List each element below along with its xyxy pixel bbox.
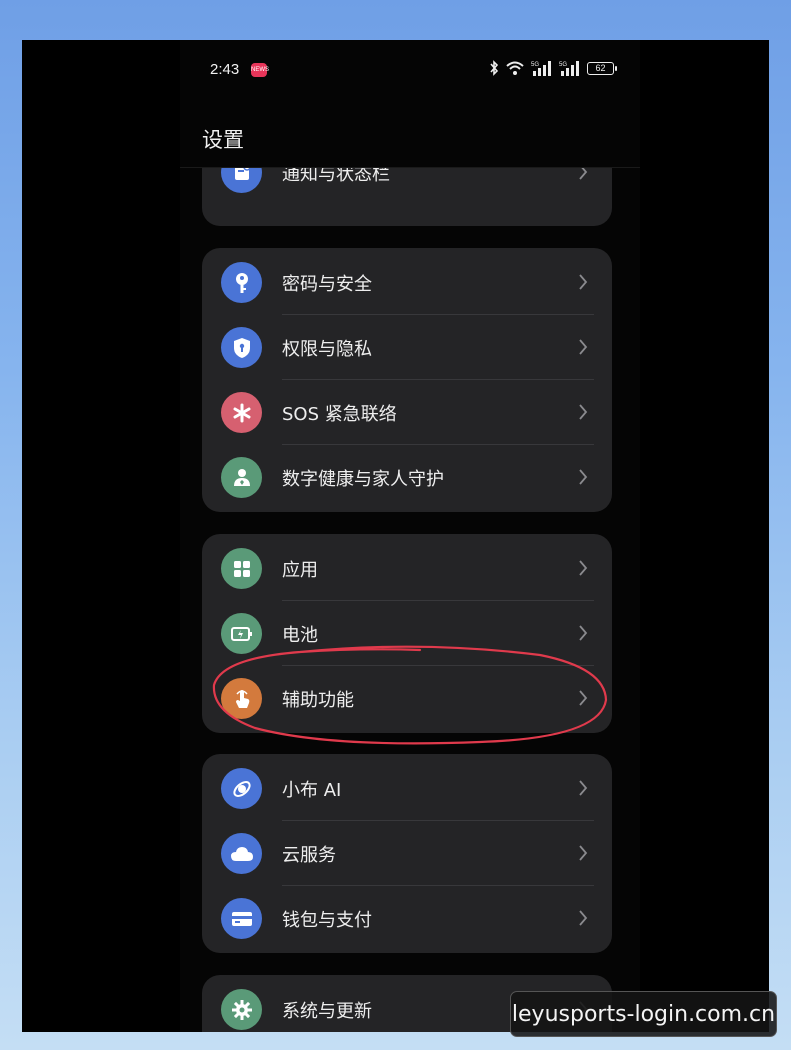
wallet-icon <box>221 898 262 939</box>
asterisk-icon <box>221 392 262 433</box>
chevron-right-icon <box>579 690 588 706</box>
chevron-right-icon <box>579 910 588 926</box>
cellular-signal-icon: 5G <box>559 61 579 76</box>
cellular-signal-icon: 5G <box>531 61 551 76</box>
settings-item-accessibility[interactable]: 辅助功能 <box>202 666 612 731</box>
settings-item-label: 应用 <box>282 560 318 581</box>
chevron-right-icon <box>579 168 588 180</box>
apps-grid-icon <box>221 548 262 589</box>
settings-group-apps: 应用 电池 辅助功能 <box>202 534 612 733</box>
settings-item-wallet[interactable]: 钱包与支付 <box>202 886 612 951</box>
network-label: 5G <box>531 62 539 68</box>
hand-pointer-icon <box>221 678 262 719</box>
phone-screen: 2:43 NEWS 5G 5G 62 设置 通知与状态栏 密码与安全 权限与隐私… <box>180 40 640 1032</box>
battery-indicator: 62 <box>587 61 617 75</box>
settings-item-label: SOS 紧急联络 <box>282 404 397 425</box>
settings-item-label: 密码与安全 <box>282 274 372 295</box>
settings-item-label: 小布 AI <box>282 780 342 801</box>
settings-item-label: 辅助功能 <box>282 690 354 711</box>
gear-icon <box>221 989 262 1030</box>
settings-item-permissions-privacy[interactable]: 权限与隐私 <box>202 315 612 380</box>
settings-item-password-security[interactable]: 密码与安全 <box>202 250 612 315</box>
settings-item-label: 电池 <box>282 625 318 646</box>
network-label: 5G <box>559 62 567 68</box>
shield-icon <box>221 327 262 368</box>
chevron-right-icon <box>579 469 588 485</box>
cloud-icon <box>221 833 262 874</box>
news-app-badge: NEWS <box>251 63 269 77</box>
page-title: 设置 <box>202 128 244 152</box>
chevron-right-icon <box>579 560 588 576</box>
settings-list[interactable]: 通知与状态栏 密码与安全 权限与隐私 SOS 紧急联络 数字健康与家人守护 应用… <box>180 168 640 1032</box>
settings-item-label: 数字健康与家人守护 <box>282 469 444 490</box>
screenshot-frame: 2:43 NEWS 5G 5G 62 设置 通知与状态栏 密码与安全 权限与隐私… <box>22 40 769 1032</box>
settings-item-label: 通知与状态栏 <box>282 168 390 185</box>
settings-group-services: 小布 AI 云服务 钱包与支付 <box>202 754 612 953</box>
bluetooth-icon <box>490 60 499 76</box>
family-icon <box>221 457 262 498</box>
settings-item-notifications[interactable]: 通知与状态栏 <box>202 168 612 205</box>
settings-item-apps[interactable]: 应用 <box>202 536 612 601</box>
key-icon <box>221 262 262 303</box>
settings-item-label: 云服务 <box>282 845 336 866</box>
ai-assistant-icon <box>221 768 262 809</box>
status-time: 2:43 <box>210 61 240 78</box>
status-bar: 2:43 NEWS 5G 5G 62 <box>180 58 640 82</box>
settings-group-notifications: 通知与状态栏 <box>202 168 612 226</box>
chevron-right-icon <box>579 274 588 290</box>
chevron-right-icon <box>579 845 588 861</box>
wifi-icon <box>506 61 524 75</box>
notification-icon <box>221 168 262 193</box>
settings-item-xiaobu-ai[interactable]: 小布 AI <box>202 756 612 821</box>
chevron-right-icon <box>579 404 588 420</box>
settings-item-label: 钱包与支付 <box>282 910 372 931</box>
chevron-right-icon <box>579 780 588 796</box>
settings-item-battery[interactable]: 电池 <box>202 601 612 666</box>
settings-item-cloud-service[interactable]: 云服务 <box>202 821 612 886</box>
settings-item-sos[interactable]: SOS 紧急联络 <box>202 380 612 445</box>
settings-item-label: 系统与更新 <box>282 1001 372 1022</box>
battery-icon <box>221 613 262 654</box>
settings-item-digital-wellbeing[interactable]: 数字健康与家人守护 <box>202 445 612 510</box>
status-icons: 5G 5G 62 <box>489 60 617 76</box>
chevron-right-icon <box>579 625 588 641</box>
settings-group-security: 密码与安全 权限与隐私 SOS 紧急联络 数字健康与家人守护 <box>202 248 612 512</box>
watermark-url: leyusports-login.com.cn <box>510 991 777 1037</box>
settings-item-label: 权限与隐私 <box>282 339 372 360</box>
chevron-right-icon <box>579 339 588 355</box>
